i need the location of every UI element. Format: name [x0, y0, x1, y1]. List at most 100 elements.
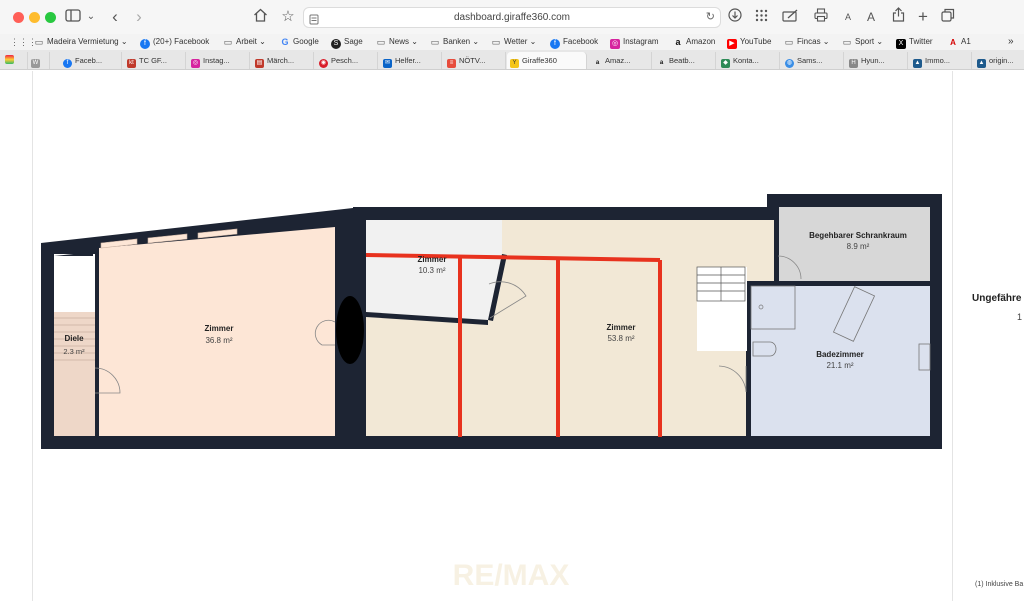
mountain-icon: ▲	[913, 59, 922, 68]
favorites-grid-icon[interactable]: ⋮⋮⋮	[10, 34, 37, 50]
tab-amazon[interactable]: a Amaz...	[590, 52, 652, 69]
url-text: dashboard.giraffe360.com	[453, 12, 570, 23]
text-smaller-button[interactable]: A	[841, 7, 855, 27]
favorite-item-facebook[interactable]: f Facebook	[550, 34, 598, 50]
tab-label: Beatb...	[669, 56, 695, 65]
text-larger-button[interactable]: A	[863, 7, 879, 27]
star-icon[interactable]: ☆	[279, 7, 297, 27]
sage-icon: S	[331, 39, 341, 49]
favorite-item-google[interactable]: G Google	[280, 34, 318, 50]
tab-colorful[interactable]	[2, 52, 28, 69]
folder-icon: ▭	[842, 37, 852, 47]
instagram-icon: ◎	[610, 39, 620, 49]
favorite-label: A1	[961, 37, 971, 46]
folder-icon: ▭	[784, 37, 794, 47]
new-tab-icon[interactable]: +	[914, 7, 932, 27]
favorite-item-a1[interactable]: A A1	[948, 34, 971, 50]
sidebar-toggle-icon[interactable]	[64, 7, 82, 27]
tab-label: TC GF...	[139, 56, 167, 65]
tab-maerchen[interactable]: ▤ Märch...	[252, 52, 314, 69]
tab-facebook[interactable]: f Faceb...	[60, 52, 122, 69]
favorite-item-fincas[interactable]: ▭ Fincas ⌄	[784, 34, 830, 50]
tab-samsung[interactable]: ◍ Sams...	[782, 52, 844, 69]
apps-grid-icon[interactable]	[752, 7, 770, 27]
tab-instagram[interactable]: ◎ Instag...	[188, 52, 250, 69]
maximize-window-button[interactable]	[45, 12, 56, 23]
remax-watermark: RE/MAX	[453, 559, 570, 592]
home-icon[interactable]	[251, 7, 269, 27]
room-area-zimmer-left: 36.8 m²	[205, 336, 232, 345]
tab-immo[interactable]: ▲ Immo...	[910, 52, 972, 69]
print-icon[interactable]	[812, 7, 830, 27]
room-name-zimmer-main: Zimmer	[607, 323, 636, 332]
close-window-button[interactable]	[13, 12, 24, 23]
favorite-label: News	[389, 37, 410, 46]
favorite-item-twitter[interactable]: X Twitter	[896, 34, 933, 50]
room-area-badezimmer: 21.1 m²	[826, 361, 853, 370]
tab-hyundai[interactable]: H Hyun...	[846, 52, 908, 69]
room-name-zimmer-small: Zimmer	[418, 255, 447, 264]
room-diele	[54, 312, 95, 436]
tab-original[interactable]: ▲ origin...	[974, 52, 1024, 69]
footnote: (1) Inklusive Ba	[975, 581, 1024, 588]
address-bar[interactable]: dashboard.giraffe360.com ↻	[303, 7, 721, 28]
favorite-item-madeira[interactable]: ▭ Madeira Vermietung ⌄	[34, 34, 128, 50]
favorite-item-banken[interactable]: ▭ Banken ⌄	[430, 34, 479, 50]
content-border-right	[952, 71, 953, 601]
amazon-icon: a	[659, 60, 664, 66]
stack-icon	[5, 55, 14, 64]
tab-tc-gf[interactable]: kt TC GF...	[124, 52, 186, 69]
folder-icon: ▭	[376, 37, 386, 47]
favorite-label: Arbeit	[236, 37, 257, 46]
favorite-item-facebook-20[interactable]: f (20+) Facebook	[140, 34, 209, 50]
shield-icon: ◆	[721, 59, 730, 68]
tab-label: Helfer...	[395, 56, 421, 65]
minimize-window-button[interactable]	[29, 12, 40, 23]
stairwell-right	[697, 267, 747, 351]
share-icon[interactable]	[889, 7, 907, 27]
redaction-blob	[336, 296, 364, 364]
room-area-zimmer-main: 53.8 m²	[607, 334, 634, 343]
tab-label: Sams...	[797, 56, 823, 65]
download-icon[interactable]	[726, 7, 744, 27]
favorite-label: Banken	[443, 37, 471, 46]
tab-notv[interactable]: ≡ NÖTV...	[444, 52, 506, 69]
news-icon: ▤	[255, 59, 264, 68]
favorites-overflow-icon[interactable]: »	[1008, 34, 1014, 50]
tab-bar: W f Faceb... kt TC GF... ◎ Instag... ▤ Märch…	[0, 50, 1024, 70]
page-content: Diele 2.3 m² Zimmer 36.8 m² Zimmer 10.3 …	[0, 71, 1024, 601]
favorite-label: Amazon	[686, 37, 716, 46]
area-summary-value: 1	[1017, 312, 1023, 322]
chevron-down-icon[interactable]: ⌄	[85, 7, 97, 27]
favorite-label: Facebook	[563, 37, 599, 46]
forward-button[interactable]: ›	[131, 7, 147, 27]
tab-pesch[interactable]: ◉ Pesch...	[316, 52, 378, 69]
notv-icon: ≡	[447, 59, 456, 68]
tab-kontakt[interactable]: ◆ Konta...	[718, 52, 780, 69]
favorite-item-news[interactable]: ▭ News ⌄	[376, 34, 418, 50]
globe-icon: ◍	[785, 59, 794, 68]
back-button[interactable]: ‹	[107, 7, 123, 27]
facebook-icon: f	[550, 39, 560, 49]
folder-icon: ▭	[491, 37, 501, 47]
giraffe-icon: Y	[510, 59, 519, 68]
favorite-item-instagram[interactable]: ◎ Instagram	[610, 34, 659, 50]
tab-overview-icon[interactable]	[939, 7, 957, 27]
tab-w[interactable]: W	[28, 52, 50, 69]
edit-icon[interactable]	[780, 7, 800, 27]
reload-icon[interactable]: ↻	[706, 8, 715, 27]
instagram-icon: ◎	[191, 59, 200, 68]
youtube-icon: ▶	[727, 39, 737, 49]
favorite-item-sage[interactable]: S Sage	[331, 34, 363, 50]
favorite-item-amazon[interactable]: a Amazon	[673, 34, 715, 50]
tab-beatb[interactable]: a Beatb...	[654, 52, 716, 69]
favorite-item-wetter[interactable]: ▭ Wetter ⌄	[491, 34, 537, 50]
tab-helfer[interactable]: ✉ Helfer...	[380, 52, 442, 69]
favorite-item-youtube[interactable]: ▶ YouTube	[727, 34, 771, 50]
favorite-label: YouTube	[740, 37, 772, 46]
tab-giraffe360[interactable]: Y Giraffe360	[507, 52, 587, 69]
kt-icon: kt	[127, 59, 136, 68]
favorite-item-arbeit[interactable]: ▭ Arbeit ⌄	[223, 34, 266, 50]
favorite-item-sport[interactable]: ▭ Sport ⌄	[842, 34, 883, 50]
tab-label: NÖTV...	[459, 56, 486, 65]
